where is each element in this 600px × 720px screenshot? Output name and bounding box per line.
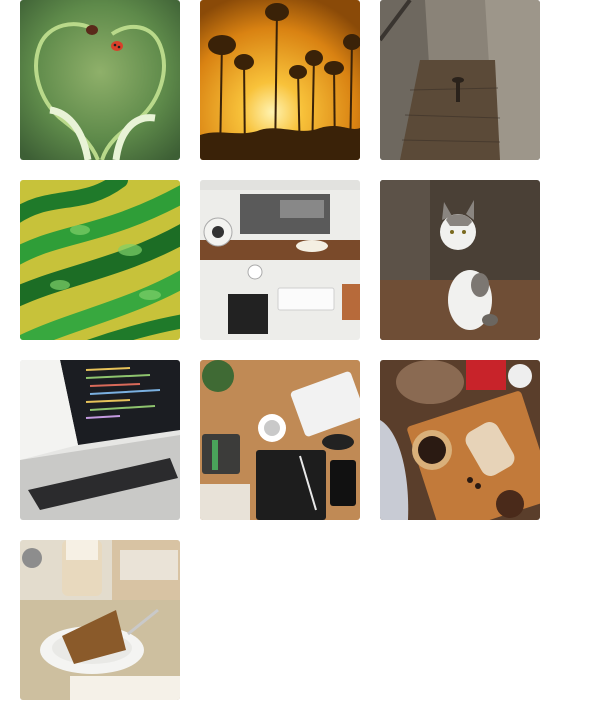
- ladybugs-image: [20, 0, 180, 160]
- gallery-thumbnail-desk-workspace[interactable]: [200, 180, 360, 340]
- gallery-thumbnail-sponge-cake[interactable]: [20, 540, 180, 700]
- flatlay-desk-image: [200, 360, 360, 520]
- gallery-thumbnail-wooden-plank[interactable]: [380, 0, 540, 160]
- gallery-thumbnail-cat[interactable]: [380, 180, 540, 340]
- gallery-thumbnail-ladybugs[interactable]: [20, 0, 180, 160]
- cat-image: [380, 180, 540, 340]
- sunset-trees-image: [200, 0, 360, 160]
- cake-coffee-image: [380, 360, 540, 520]
- gallery-thumbnail-cake-coffee[interactable]: [380, 360, 540, 520]
- gallery-thumbnail-green-abstract[interactable]: [20, 180, 180, 340]
- sponge-cake-image: [20, 540, 180, 700]
- gallery-thumbnail-flatlay-desk[interactable]: [200, 360, 360, 520]
- wooden-plank-image: [380, 0, 540, 160]
- laptop-code-image: [20, 360, 180, 520]
- image-gallery: [20, 0, 540, 700]
- gallery-thumbnail-laptop-code[interactable]: [20, 360, 180, 520]
- desk-workspace-image: [200, 180, 360, 340]
- gallery-thumbnail-sunset-trees[interactable]: [200, 0, 360, 160]
- green-abstract-image: [20, 180, 180, 340]
